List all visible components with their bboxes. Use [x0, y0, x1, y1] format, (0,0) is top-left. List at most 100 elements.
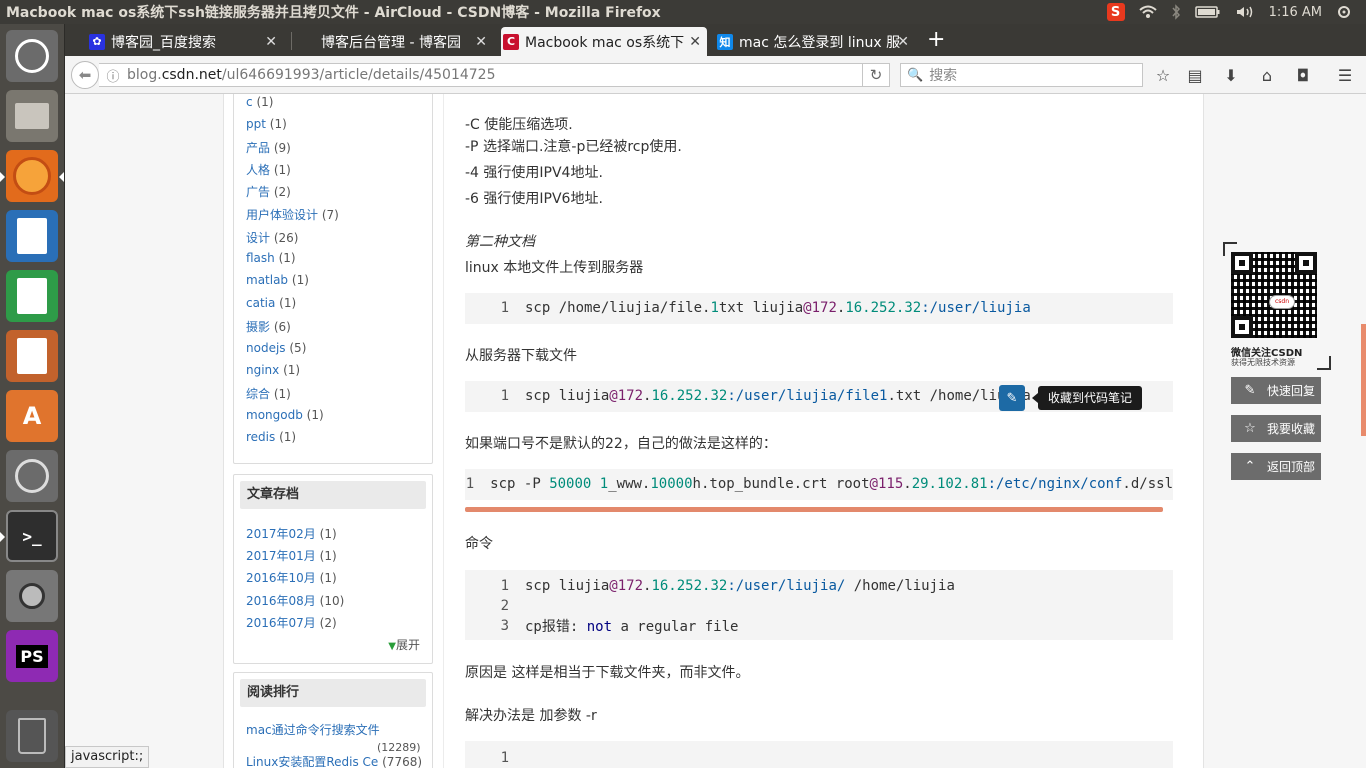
battery-icon[interactable]	[1194, 5, 1221, 19]
option-line: -4 强行使用IPV4地址.	[465, 165, 603, 181]
paragraph: linux 本地文件上传到服务器	[465, 260, 644, 276]
tab-zhihu[interactable]: 知 mac 怎么登录到 linux 服 ✕	[715, 27, 915, 56]
pocket-icon[interactable]: ◘	[1293, 65, 1313, 85]
category-item[interactable]: redis (1)	[246, 430, 296, 444]
paragraph: 原因是 这样是相当于下载文件夹，而非文件。	[465, 665, 750, 681]
csdn-logo-icon: csdn	[1269, 295, 1295, 309]
wifi-icon[interactable]	[1138, 5, 1157, 19]
ubuntu-dash-icon[interactable]	[6, 30, 58, 82]
qr-frame-corner	[1317, 356, 1331, 370]
files-icon[interactable]	[6, 90, 58, 142]
close-icon[interactable]: ✕	[475, 34, 487, 50]
site-info-icon[interactable]: ⓘ	[99, 66, 127, 85]
status-bar: javascript:;	[65, 746, 150, 768]
category-item[interactable]: 综合 (1)	[246, 385, 291, 402]
running-indicator	[0, 172, 5, 182]
category-item[interactable]: 用户体验设计 (7)	[246, 206, 339, 223]
code-note-button[interactable]: ✎	[999, 385, 1025, 411]
new-tab-button[interactable]: +	[927, 27, 945, 53]
libreoffice-calc-icon[interactable]	[6, 270, 58, 322]
code-line: 1 scp liujia@172.16.252.32:/user/liujia/…	[500, 578, 955, 594]
close-icon[interactable]: ✕	[897, 34, 909, 50]
code-scrollbar[interactable]	[465, 507, 1163, 512]
tab-label: Macbook mac os系统下	[525, 34, 685, 51]
option-line: -C 使能压缩选项.	[465, 117, 573, 133]
category-item[interactable]: ppt (1)	[246, 117, 287, 131]
trash-icon[interactable]	[6, 710, 58, 762]
category-item[interactable]: 产品 (9)	[246, 139, 291, 156]
tab-cnblogs[interactable]: 博客后台管理 - 博客园 ✕	[297, 27, 493, 56]
libreoffice-writer-icon[interactable]	[6, 210, 58, 262]
system-settings-icon[interactable]	[6, 450, 58, 502]
expand-arrow-icon: ▼	[388, 641, 396, 652]
reload-button[interactable]: ↻	[862, 63, 890, 87]
category-list: c (1) ppt (1) 产品 (9) 人格 (1) 广告 (2) 用户体验设…	[233, 94, 433, 464]
category-item[interactable]: 人格 (1)	[246, 161, 291, 178]
tab-label: 博客后台管理 - 博客园	[321, 34, 461, 51]
option-line: -P 选择端口.注意-p已经被rcp使用.	[465, 139, 682, 155]
bookmark-star-icon[interactable]: ☆	[1153, 65, 1173, 85]
focus-indicator	[59, 172, 64, 182]
back-to-top-button[interactable]: ⌃ 返回顶部	[1231, 453, 1321, 480]
code-block: 1 scp -P 50000 1_www.10000h.top_bundle.c…	[465, 469, 1173, 500]
window-title: Macbook mac os系统下ssh链接服务器并且拷贝文件 - AirClo…	[6, 5, 661, 21]
nav-bar: ⬅ ⓘ blog. csdn.net/ul646691993/article/de…	[65, 56, 1366, 94]
category-item[interactable]: flash (1)	[246, 251, 296, 265]
power-gear-icon[interactable]	[1336, 4, 1352, 20]
paragraph: 命令	[465, 536, 493, 552]
tab-baidu[interactable]: ✿ 博客园_百度搜索 ✕	[87, 27, 283, 56]
home-icon[interactable]: ⌂	[1257, 65, 1277, 85]
category-item[interactable]: 设计 (26)	[246, 229, 298, 246]
category-item[interactable]: 摄影 (6)	[246, 318, 291, 335]
clock[interactable]: 1:16 AM	[1269, 5, 1322, 20]
download-icon[interactable]: ⬇	[1221, 65, 1241, 85]
code-note-tooltip: 收藏到代码笔记	[1031, 386, 1143, 410]
archive-item[interactable]: 2016年07月 (2)	[246, 614, 337, 631]
terminal-icon[interactable]: >_	[6, 510, 58, 562]
category-item[interactable]: nodejs (5)	[246, 341, 306, 355]
menu-icon[interactable]: ☰	[1335, 65, 1355, 85]
category-item[interactable]: catia (1)	[246, 296, 296, 310]
rank-item[interactable]: Linux安装配置Redis Ce (7768)	[246, 753, 422, 768]
favorite-button[interactable]: ☆ 我要收藏	[1231, 415, 1321, 442]
libreoffice-impress-icon[interactable]	[6, 330, 58, 382]
code-block: 1 scp liujia@172.16.252.32:/user/liujia/…	[465, 570, 1173, 640]
indicator-area: S 1:16 AM	[1106, 0, 1366, 24]
archive-item[interactable]: 2017年01月 (1)	[246, 547, 337, 564]
archive-item[interactable]: 2017年02月 (1)	[246, 525, 337, 542]
url-bar[interactable]: ⓘ blog. csdn.net/ul646691993/article/deta…	[99, 63, 890, 87]
quick-reply-button[interactable]: ✎ 快速回复	[1231, 377, 1321, 404]
category-item[interactable]: c (1)	[246, 95, 273, 109]
search-icon: 🔍	[907, 67, 924, 83]
volume-icon[interactable]	[1235, 5, 1255, 19]
bluetooth-icon[interactable]	[1171, 4, 1181, 20]
paragraph: 如果端口号不是默认的22，自己的做法是这样的：	[465, 436, 777, 452]
phpstorm-icon[interactable]: PS	[6, 630, 58, 682]
url-path: /ul646691993/article/details/45014725	[221, 67, 496, 83]
code-line: 1 scp /home/liujia/file.1txt liujia@172.…	[500, 300, 1031, 316]
category-item[interactable]: 广告 (2)	[246, 183, 291, 200]
back-button[interactable]: ⬅	[71, 61, 99, 89]
chevron-up-icon: ⌃	[1244, 459, 1256, 474]
camera-icon[interactable]	[6, 570, 58, 622]
search-input[interactable]: 🔍 搜索	[900, 63, 1143, 87]
category-item[interactable]: matlab (1)	[246, 273, 309, 287]
url-prefix: blog.	[127, 67, 162, 83]
page-scrollbar-thumb[interactable]	[1361, 324, 1366, 436]
category-item[interactable]: mongodb (1)	[246, 408, 324, 422]
tab-csdn-active[interactable]: C Macbook mac os系统下 ✕	[501, 27, 707, 56]
category-item[interactable]: nginx (1)	[246, 363, 300, 377]
expand-link[interactable]: ▼展开	[388, 636, 420, 653]
sogou-input-icon[interactable]: S	[1106, 3, 1125, 21]
code-line: 3 cp报错: not a regular file	[500, 618, 739, 635]
archive-item[interactable]: 2016年08月 (10)	[246, 592, 344, 609]
firefox-icon[interactable]	[6, 150, 58, 202]
close-icon[interactable]: ✕	[689, 34, 701, 50]
software-center-icon[interactable]: A	[6, 390, 58, 442]
reading-list-icon[interactable]: ▤	[1185, 65, 1205, 85]
wechat-qr-box: csdn 微信关注CSDN 获得无限技术资源	[1223, 242, 1331, 370]
close-icon[interactable]: ✕	[265, 34, 277, 50]
archive-item[interactable]: 2016年10月 (1)	[246, 569, 337, 586]
url-domain: csdn.net	[161, 67, 222, 83]
rank-item[interactable]: mac通过命令行搜索文件	[246, 721, 380, 738]
